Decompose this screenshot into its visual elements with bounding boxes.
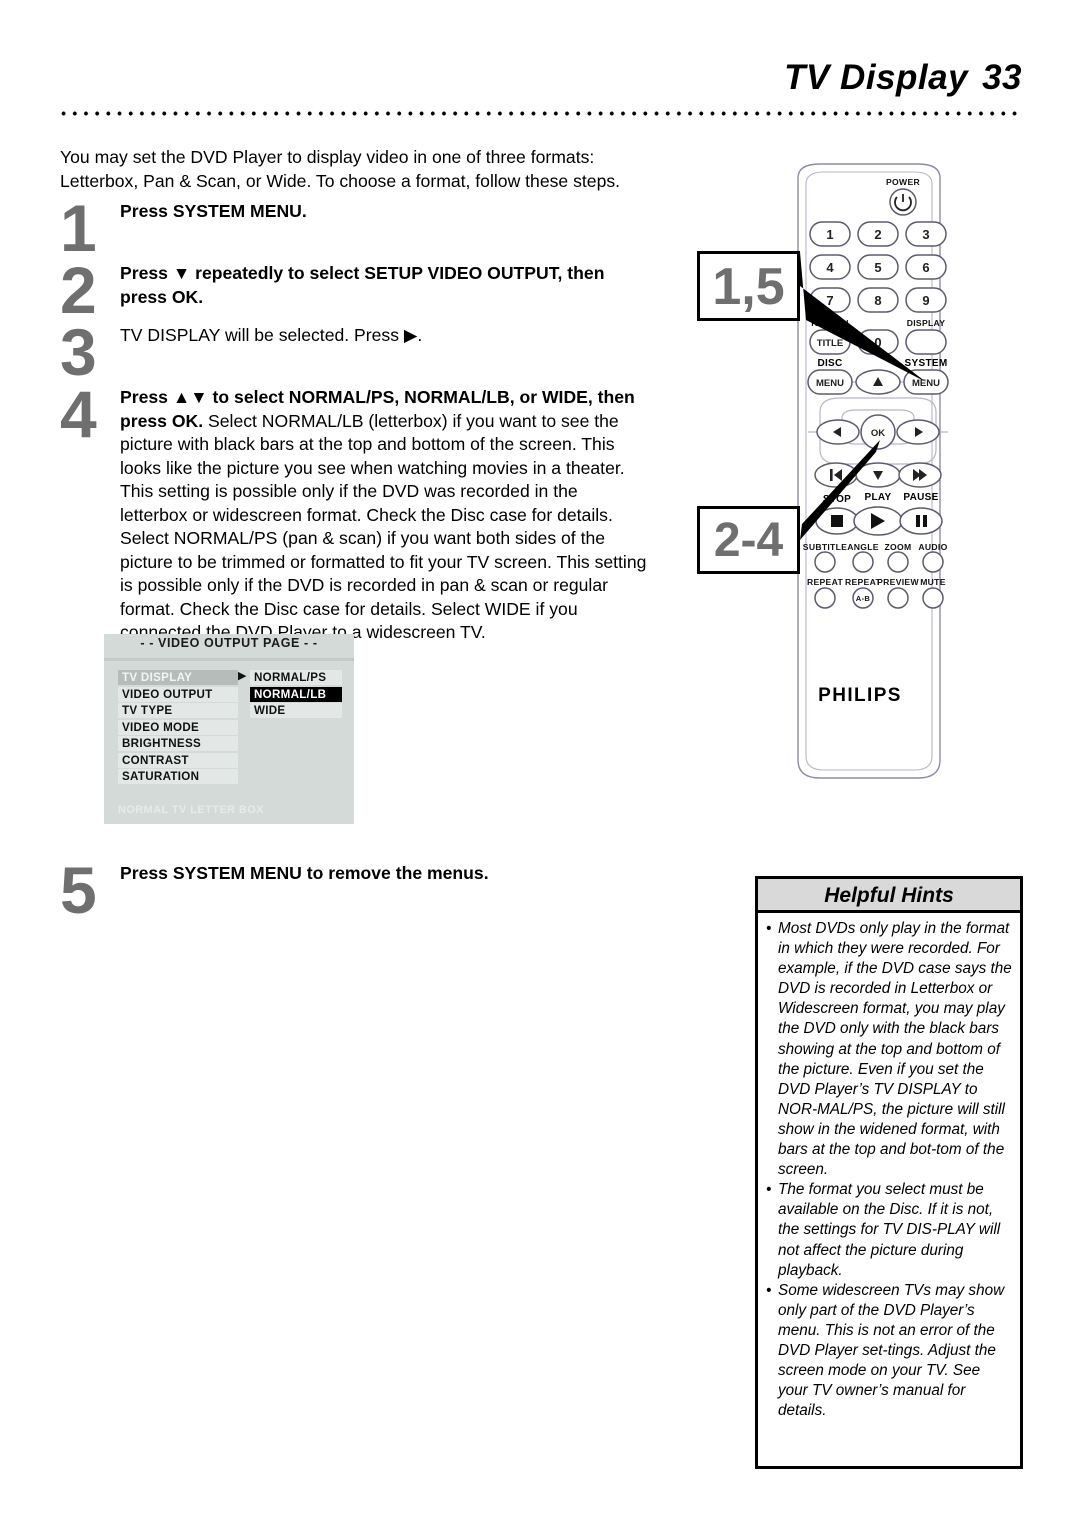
osd-item-video-output[interactable]: VIDEO OUTPUT (118, 686, 238, 702)
osd-option-normal-lb[interactable]: NORMAL/LB (250, 686, 342, 702)
callout-2-4-label: 2-4 (713, 514, 784, 567)
osd-menu-right-column: NORMAL/PS NORMAL/LB WIDE (250, 670, 342, 720)
step-2-lead: Press ▼ repeatedly to select SETUP VIDEO… (120, 263, 605, 307)
helpful-hints-body: • Most DVDs only play in the format in w… (758, 913, 1020, 1425)
step-3-body: TV DISPLAY will be selected. Press ▶. (120, 324, 650, 348)
intro-paragraph: You may set the DVD Player to display vi… (60, 147, 621, 191)
osd-item-saturation[interactable]: SATURATION (118, 769, 238, 784)
step-1-body: Press SYSTEM MENU. (120, 200, 650, 224)
osd-option-wide[interactable]: WIDE (250, 703, 342, 718)
hint-item: • Most DVDs only play in the format in w… (766, 919, 1012, 1180)
step-2-body: Press ▼ repeatedly to select SETUP VIDEO… (120, 262, 650, 309)
header-dotted-rule (58, 110, 1020, 117)
callout-1-5: 1,5 (697, 251, 800, 321)
hint-bullet-icon: • (766, 920, 772, 937)
osd-item-brightness[interactable]: BRIGHTNESS (118, 736, 238, 751)
manual-page: TV Display 33 You may set the DVD Player … (0, 0, 1080, 1528)
hint-text: Some widescreen TVs may show only part o… (778, 1281, 1005, 1420)
osd-menu-left-column: TV DISPLAY VIDEO OUTPUT TV TYPE VIDEO MO… (118, 670, 238, 786)
callout-1-5-label: 1,5 (712, 258, 785, 316)
osd-item-video-mode[interactable]: VIDEO MODE (118, 719, 238, 735)
step-4-detail: Select NORMAL/LB (letterbox) if you want… (120, 410, 647, 643)
page-number: 33 (982, 58, 1022, 97)
hint-bullet-icon: • (766, 1281, 772, 1299)
helpful-hints-title: Helpful Hints (758, 879, 1020, 913)
step-3-number: 3 (60, 315, 97, 389)
osd-title-separator (104, 658, 354, 661)
step-4-body: Press ▲▼ to select NORMAL/PS, NORMAL/LB,… (120, 386, 650, 645)
step-5-number: 5 (60, 853, 97, 927)
step-5-body: Press SYSTEM MENU to remove the menus. (120, 862, 650, 886)
step-3-detail: TV DISPLAY will be selected. Press ▶. (120, 325, 423, 345)
osd-item-tv-type[interactable]: TV TYPE (118, 703, 238, 718)
hint-item: • The format you select must be availabl… (766, 1180, 1012, 1280)
osd-option-normal-ps[interactable]: NORMAL/PS (250, 670, 342, 685)
osd-title: - - VIDEO OUTPUT PAGE - - (140, 636, 318, 650)
step-1-lead: Press SYSTEM MENU. (120, 201, 307, 221)
osd-item-contrast[interactable]: CONTRAST (118, 752, 238, 768)
step-5-lead: Press SYSTEM MENU to remove the menus. (120, 863, 489, 883)
osd-item-tv-display[interactable]: TV DISPLAY (118, 670, 238, 685)
step-4-number: 4 (60, 377, 97, 451)
osd-caret-right-icon: ▶ (238, 670, 247, 682)
hint-text: Most DVDs only play in the format in whi… (778, 920, 1012, 1179)
helpful-hints-panel: Helpful Hints • Most DVDs only play in t… (755, 876, 1023, 1469)
osd-video-output-page: - - VIDEO OUTPUT PAGE - - TV DISPLAY VID… (104, 634, 354, 824)
page-title-text: TV Display (784, 58, 969, 97)
hint-bullet-icon: • (766, 1181, 772, 1199)
hint-text: The format you select must be available … (778, 1181, 1001, 1279)
callout-2-4: 2-4 (697, 506, 800, 574)
page-title: TV Display 33 (784, 58, 1022, 98)
step-1-number: 1 (60, 191, 97, 265)
osd-status-text: NORMAL TV LETTER BOX (118, 804, 264, 816)
step-2-number: 2 (60, 253, 97, 327)
hint-item: • Some widescreen TVs may show only part… (766, 1281, 1012, 1422)
